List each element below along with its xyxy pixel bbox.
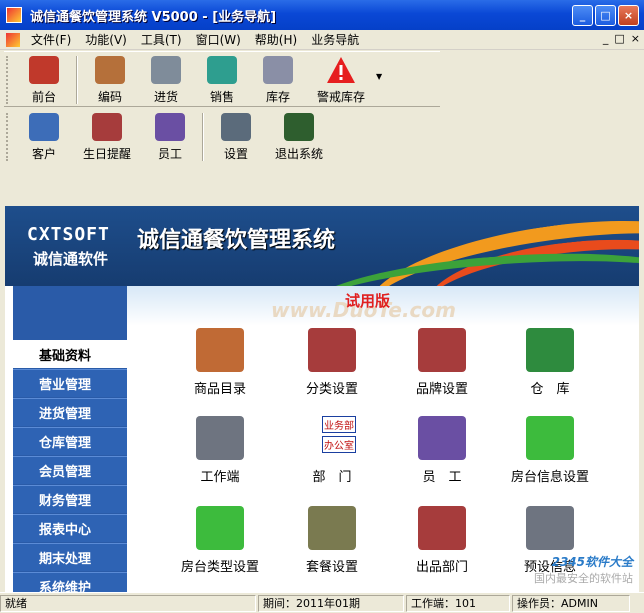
banner-title: 诚信通餐饮管理系统 [137,227,336,253]
sidebar-item-warehouse[interactable]: 仓库管理 [13,427,127,455]
item-warehouse[interactable]: 仓 库 [495,328,605,397]
tool-customer[interactable]: 客户 [16,109,72,162]
brand-banner: CXTSOFT 诚信通软件 诚信通餐饮管理系统 [5,206,639,286]
item-workstation[interactable]: 工作端 [165,416,275,485]
printer-icon [308,328,356,372]
item-category-settings[interactable]: 分类设置 [277,328,387,397]
employees-icon [155,113,185,141]
sidebar: 基础资料 营业管理 进货管理 仓库管理 会员管理 财务管理 报表中心 期末处理 … [13,286,127,592]
corner-watermark: 2345软件大全 国内最安全的软件站 [534,555,633,585]
toolbar-grip[interactable] [6,56,10,104]
warehouse-icon [263,56,293,84]
document-icon [6,32,20,47]
toolbar-separator [202,113,204,161]
tool-exit[interactable]: 退出系统 [264,109,334,162]
menu-file[interactable]: 文件(F) [24,31,78,48]
status-terminal: 工作端：101 [406,594,510,612]
department-icon: 业务部 办公室 [308,416,356,460]
tool-inventory[interactable]: 库存 [250,52,306,105]
secondary-toolbar: 客户 生日提醒 员工 设置 退出系统 [4,109,344,167]
front-desk-icon [29,56,59,84]
minimize-button[interactable]: _ [572,5,593,26]
green-book-icon [526,416,574,460]
exit-icon [284,113,314,141]
purchase-icon [151,56,181,84]
app-icon [6,7,22,23]
sidebar-item-business[interactable]: 营业管理 [13,369,127,397]
box-icon [95,56,125,84]
green-book-icon [196,506,244,550]
tool-purchase[interactable]: 进货 [138,52,194,105]
brand-logo-cn: 诚信通软件 [33,250,109,268]
sidebar-item-purchase[interactable]: 进货管理 [13,398,127,426]
employees-icon [418,416,466,460]
warning-icon [327,57,355,83]
chevron-down-icon[interactable]: ▼ [376,72,382,81]
main-toolbar: 前台 编码 进货 销售 库存 警戒库存 ▼ [4,51,440,107]
menu-help[interactable]: 帮助(H) [248,31,304,48]
boxes-icon [196,328,244,372]
toolbar-separator [76,56,78,104]
computer-icon [196,416,244,460]
settings-icon [221,113,251,141]
content-area: 基础资料 营业管理 进货管理 仓库管理 会员管理 财务管理 报表中心 期末处理 … [5,286,639,592]
status-operator: 操作员：ADMIN [512,594,630,612]
brand-logo-en: CXTSOFT [27,224,110,245]
tool-front-desk[interactable]: 前台 [16,52,72,105]
tools-icon [308,506,356,550]
item-output-department[interactable]: 出品部门 [387,506,497,575]
menu-tools[interactable]: 工具(T) [134,31,189,48]
menu-bar: 文件(F) 功能(V) 工具(T) 窗口(W) 帮助(H) 业务导航 _ □ × [0,30,644,50]
menu-function[interactable]: 功能(V) [78,31,134,48]
computer-house-icon [526,506,574,550]
mdi-restore-button[interactable]: □ [614,32,624,45]
tool-employees[interactable]: 员工 [142,109,198,162]
item-employees[interactable]: 员 工 [387,416,497,485]
item-set-meal[interactable]: 套餐设置 [277,506,387,575]
customer-icon [29,113,59,141]
main-panel: www.DuoTe.com 试用版 商品目录 分类设置 品牌设置 仓 库 工作端… [127,286,639,592]
sidebar-item-member[interactable]: 会员管理 [13,456,127,484]
item-brand-settings[interactable]: 品牌设置 [387,328,497,397]
toolbar-grip[interactable] [6,113,10,161]
sidebar-item-basic-data[interactable]: 基础资料 [13,340,127,368]
status-bar: 就绪 期间：2011年01期 工作端：101 操作员：ADMIN [0,592,644,613]
item-department[interactable]: 业务部 办公室 部 门 [277,416,387,485]
printer-icon [418,328,466,372]
printer-icon [418,506,466,550]
sidebar-item-system[interactable]: 系统维护 [13,572,127,592]
sidebar-item-period-end[interactable]: 期末处理 [13,543,127,571]
sidebar-item-reports[interactable]: 报表中心 [13,514,127,542]
item-room-type[interactable]: 房台类型设置 [165,506,275,575]
tool-birthday-reminder[interactable]: 生日提醒 [72,109,142,162]
menu-business-nav[interactable]: 业务导航 [304,31,366,48]
menu-window[interactable]: 窗口(W) [189,31,248,48]
printer-icon [92,113,122,141]
tool-settings[interactable]: 设置 [208,109,264,162]
maximize-button[interactable]: □ [595,5,616,26]
item-product-catalog[interactable]: 商品目录 [165,328,275,397]
status-ready: 就绪 [0,594,256,612]
sales-icon [207,56,237,84]
title-bar: 诚信通餐饮管理系统 V5000 - [业务导航] _ □ × [0,0,644,30]
close-button[interactable]: × [618,5,639,26]
status-period: 期间：2011年01期 [258,594,404,612]
tool-warning-inventory[interactable]: 警戒库存 [306,52,376,105]
trial-label: 试用版 [345,292,391,310]
mdi-minimize-button[interactable]: _ [603,32,609,45]
tool-sales[interactable]: 销售 [194,52,250,105]
window-title: 诚信通餐饮管理系统 V5000 - [业务导航] [30,9,277,25]
sidebar-item-finance[interactable]: 财务管理 [13,485,127,513]
item-room-info[interactable]: 房台信息设置 [495,416,605,485]
mdi-close-button[interactable]: × [631,32,640,45]
tool-encoding[interactable]: 编码 [82,52,138,105]
warehouse-houses-icon [526,328,574,372]
